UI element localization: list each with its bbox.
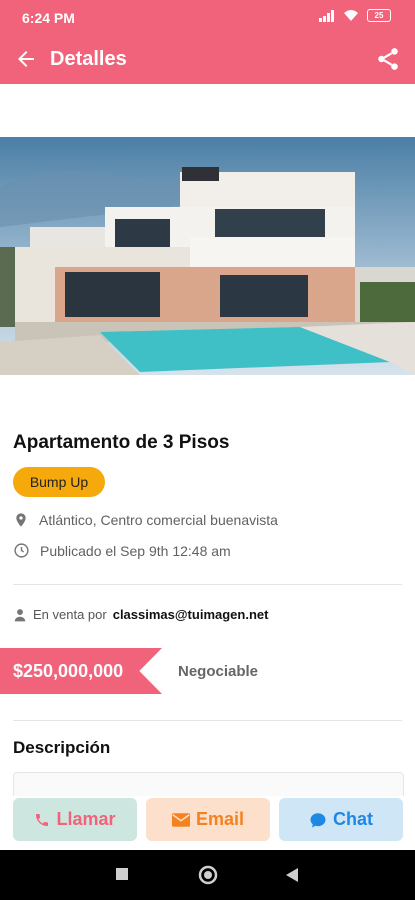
- description-heading: Descripción: [13, 738, 111, 757]
- location-pin-icon: [16, 513, 26, 527]
- listing-photo[interactable]: [0, 137, 415, 375]
- published-row: Publicado el Sep 9th 12:48 am: [13, 542, 231, 559]
- phone-icon: [36, 813, 49, 826]
- divider: [13, 720, 402, 721]
- listing-title: Apartamento de 3 Pisos: [13, 432, 230, 453]
- back-arrow-icon[interactable]: [14, 47, 38, 71]
- negotiable-label: Negociable: [178, 663, 259, 680]
- seller-prefix: En venta por: [33, 607, 107, 622]
- published-text: Publicado el Sep 9th 12:48 am: [40, 542, 231, 559]
- chat-button[interactable]: Chat: [279, 798, 403, 841]
- envelope-icon: [171, 812, 190, 827]
- email-button-label: Email: [195, 809, 245, 829]
- status-icons: 25: [319, 9, 391, 22]
- battery-icon: 25: [367, 9, 391, 22]
- price-tag: $250,000,000: [0, 648, 162, 694]
- clock-icon: [14, 543, 29, 558]
- seller-row: En venta por classimas@tuimagen.net: [13, 607, 268, 622]
- location-text: Atlántico, Centro comercial buenavista: [39, 512, 278, 528]
- page-title: Detalles: [50, 48, 127, 70]
- call-button[interactable]: Llamar: [13, 798, 137, 841]
- action-bar: Llamar Email Chat: [0, 796, 415, 850]
- location-row: Atlántico, Centro comercial buenavista: [13, 511, 278, 529]
- recents-icon[interactable]: [115, 867, 129, 881]
- back-nav-icon[interactable]: [285, 867, 299, 883]
- system-nav-bar: [0, 850, 415, 900]
- home-icon[interactable]: [198, 865, 218, 885]
- call-button-label: Llamar: [56, 809, 116, 829]
- chat-bubble-icon: [310, 812, 326, 827]
- app-bar: Detalles: [0, 34, 415, 84]
- seller-email[interactable]: classimas@tuimagen.net: [113, 607, 269, 622]
- status-bar: 6:24 PM 25: [0, 0, 415, 34]
- status-time: 6:24 PM: [22, 10, 75, 26]
- person-icon: [14, 608, 26, 621]
- signal-icon: [319, 9, 334, 22]
- bump-up-badge[interactable]: Bump Up: [13, 467, 105, 497]
- email-button[interactable]: Email: [146, 798, 270, 841]
- price-text: $250,000,000: [13, 661, 124, 681]
- divider: [13, 584, 402, 585]
- wifi-icon: [344, 10, 358, 21]
- chat-button-label: Chat: [333, 809, 373, 829]
- share-icon[interactable]: [375, 46, 401, 72]
